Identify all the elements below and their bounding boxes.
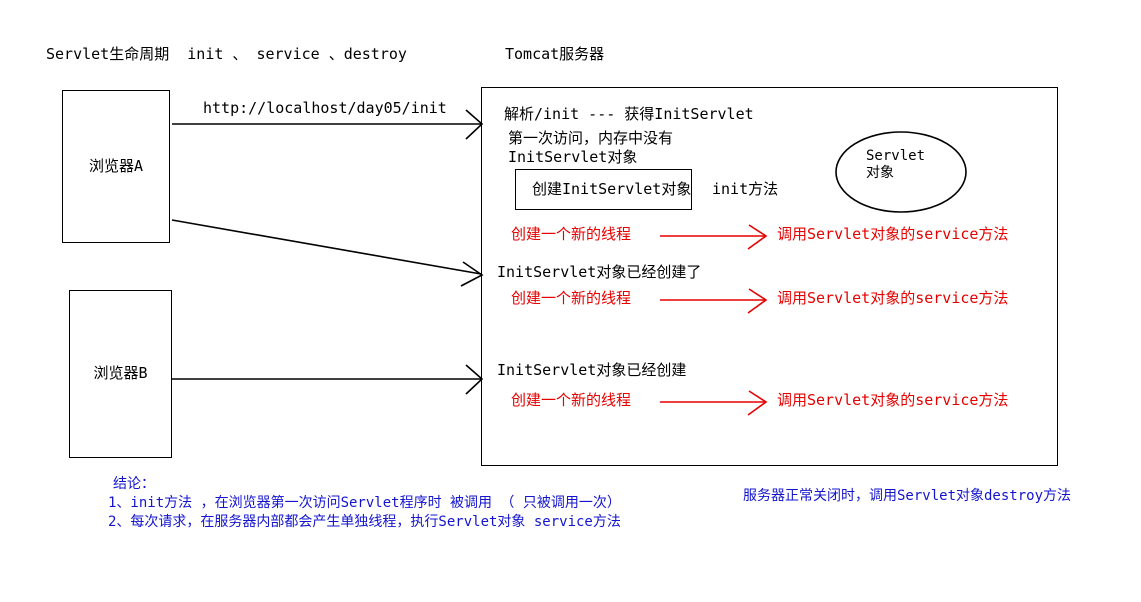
initservlet-already-created-line-2: InitServlet对象已经创建 (497, 361, 687, 379)
arrow-browser-b-request (172, 364, 484, 395)
browser-b-box: 浏览器B (69, 290, 172, 458)
title-tomcat-server: Tomcat服务器 (505, 45, 605, 63)
thread-1-left-label: 创建一个新的线程 (511, 225, 632, 243)
conclusion-item-2: 2、每次请求，在服务器内部都会产生单独线程，执行Servlet对象 servic… (108, 514, 621, 530)
title-servlet-lifecycle: Servlet生命周期 init 、 service 、destroy (46, 45, 407, 63)
create-initservlet-label: 创建InitServlet对象 (532, 180, 692, 198)
request-url-label: http://localhost/day05/init (203, 99, 447, 117)
thread-3-right-label: 调用Servlet对象的service方法 (777, 391, 1009, 409)
init-method-label: init方法 (712, 180, 779, 198)
conclusion-heading: 结论： (113, 476, 155, 492)
server-parse-line: 解析/init --- 获得InitServlet (504, 105, 754, 123)
arrow-browser-a-second-request (171, 219, 484, 287)
server-first-visit-line-1: 第一次访问，内存中没有 (508, 129, 674, 147)
browser-b-label: 浏览器B (93, 364, 148, 383)
browser-a-label: 浏览器A (88, 156, 144, 175)
server-first-visit-line-2: InitServlet对象 (508, 148, 638, 166)
thread-2-left-label: 创建一个新的线程 (511, 289, 632, 307)
thread-2-right-label: 调用Servlet对象的service方法 (777, 289, 1009, 307)
servlet-lifecycle-diagram: Servlet生命周期 init 、 service 、destroy Tomc… (0, 0, 1141, 602)
destroy-note-label: 服务器正常关闭时，调用Servlet对象destroy方法 (743, 488, 1072, 504)
initservlet-already-created-line-1: InitServlet对象已经创建了 (497, 263, 702, 281)
conclusion-item-1: 1、init方法 ，在浏览器第一次访问Servlet程序时 被调用 （ 只被调用… (108, 495, 621, 511)
thread-3-left-label: 创建一个新的线程 (511, 391, 632, 409)
servlet-object-label-line-2: 对象 (866, 165, 894, 181)
thread-1-right-label: 调用Servlet对象的service方法 (777, 225, 1009, 243)
browser-a-box: 浏览器A (62, 90, 170, 243)
servlet-object-label-line-1: Servlet (866, 148, 926, 164)
